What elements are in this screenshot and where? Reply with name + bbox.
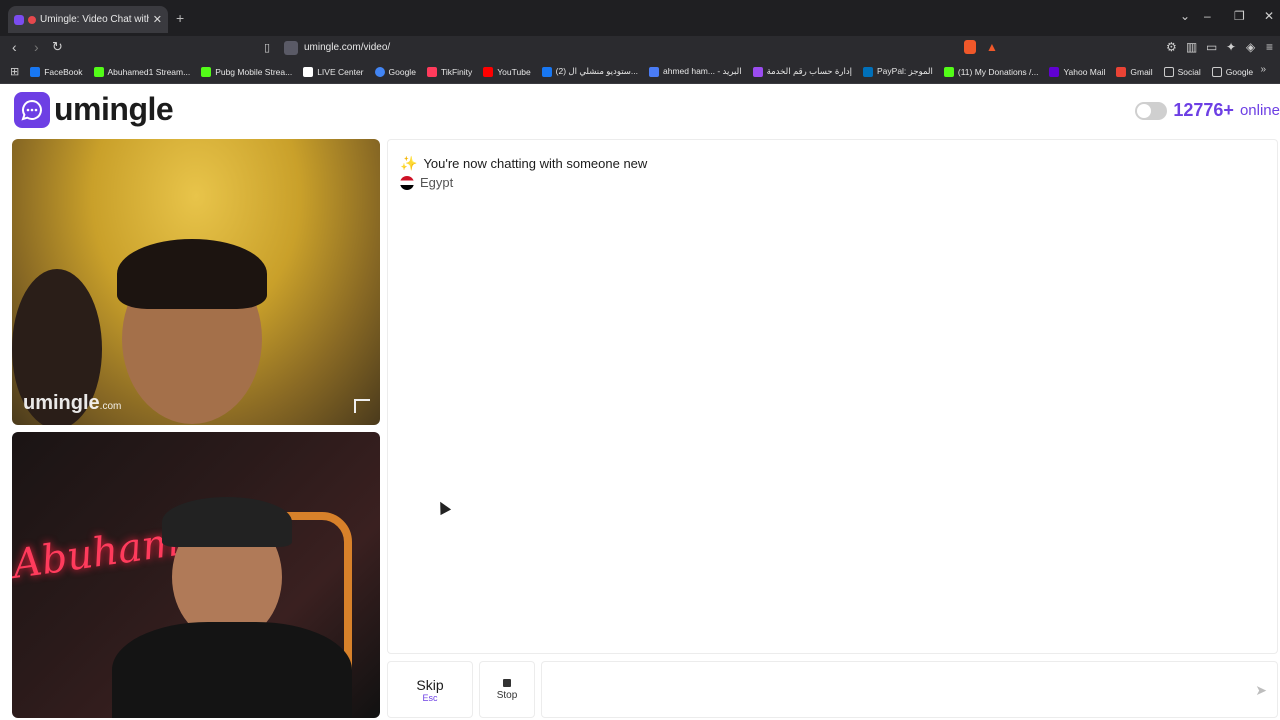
country-info: Egypt [400,175,453,190]
stranger-video: umingle.com [12,139,380,425]
donations-icon [943,66,954,77]
bookmark-folder[interactable]: Social [1163,66,1201,77]
close-tab-icon[interactable]: ✕ [153,13,162,26]
bookmark-item[interactable]: (2) ستوديو منشلي ال... [541,66,638,77]
bookmark-icon[interactable]: ▯ [264,41,270,54]
message-box: ➤ [541,661,1278,718]
address-bar-row: ‹ › ↻ ▯ umingle.com/video/ ▲ ⚙ ▥ ▭ ✦ ◈ ≡ [0,36,1280,60]
bookmark-item[interactable]: Yahoo Mail [1049,66,1105,77]
recording-icon [28,15,36,24]
facebook-icon [541,66,552,77]
reload-icon[interactable]: ↻ [52,39,63,55]
mail-icon [649,66,659,77]
url-field[interactable]: umingle.com/video/ [284,37,1004,58]
url-text: umingle.com/video/ [304,42,391,53]
service-icon [752,66,763,77]
bookmark-item[interactable]: Google [374,66,416,77]
extensions-icon[interactable]: ⚙ [1166,40,1177,54]
stop-icon [503,678,511,687]
umingle-watermark: umingle.com [23,392,122,414]
system-message: ✨ You're now chatting with someone new [400,155,648,171]
bookmark-item[interactable]: YouTube [483,66,531,77]
message-input[interactable] [542,662,1232,717]
bookmark-item[interactable]: LIVE Center [303,66,364,77]
tikfinity-icon [426,66,437,77]
bookmark-item[interactable]: ahmed ham... - البريد [649,66,742,77]
folder-icon [1163,66,1174,77]
sparkle-icon: ✨ [400,155,418,171]
egypt-flag-icon [400,175,414,190]
leo-ai-icon[interactable]: ✦ [1226,40,1236,54]
bookmark-item[interactable]: إدارة حساب رقم الخدمة [752,66,852,77]
umingle-favicon-icon [14,14,24,25]
send-icon[interactable]: ➤ [1255,682,1267,699]
youtube-icon [483,66,494,77]
back-icon[interactable]: ‹ [12,39,17,55]
kick-icon [201,66,212,77]
minimize-icon[interactable]: – [1204,9,1211,23]
vpn-icon[interactable]: ◈ [1246,40,1255,54]
chat-log: ✨ You're now chatting with someone new E… [387,139,1278,654]
bookmark-folder[interactable]: Google [1211,66,1253,77]
restore-icon[interactable]: ❐ [1234,9,1245,23]
logo-text: umingle [54,91,174,127]
stranger-hair [117,239,267,309]
paypal-icon [863,66,873,77]
brave-rewards-icon[interactable]: ▲ [986,40,998,54]
google-icon [374,66,385,77]
umingle-logo[interactable]: umingle [14,91,174,128]
kick-icon [93,66,104,77]
more-bookmarks-icon[interactable]: » [1260,64,1266,75]
self-video: Abuhamed [12,432,380,718]
tab-title: Umingle: Video Chat with Stra [40,14,149,25]
skip-button[interactable]: Skip Esc [387,661,473,718]
bookmark-item[interactable]: Pubg Mobile Strea... [201,66,292,77]
cap [162,497,292,547]
tab-search-icon[interactable]: ⌄ [1180,9,1190,23]
bookmark-item[interactable]: TikFinity [426,66,472,77]
close-window-icon[interactable]: ✕ [1264,9,1274,23]
new-tab-icon[interactable]: + [176,10,184,26]
wallet-icon[interactable]: ▭ [1206,40,1217,54]
browser-tab-bar: Umingle: Video Chat with Stra ✕ + ⌄ – ❐ … [0,0,1280,36]
bookmark-item[interactable]: (11) My Donations /... [943,66,1038,77]
self-body [112,622,352,718]
tiktok-icon [303,66,314,77]
online-count: 12776+ [1173,100,1234,120]
bookmark-item[interactable]: Abuhamed1 Stream... [93,66,190,77]
brave-shields-icon[interactable] [964,40,976,54]
browser-tab[interactable]: Umingle: Video Chat with Stra ✕ [8,6,168,33]
folder-icon [1211,66,1222,77]
chat-bubble-logo-icon [14,91,50,128]
bookmarks-bar: ⊞ FaceBook Abuhamed1 Stream... Pubg Mobi… [0,60,1280,84]
menu-icon[interactable]: ≡ [1266,40,1273,54]
forward-icon[interactable]: › [34,39,39,55]
stop-button[interactable]: Stop [479,661,535,718]
bookmark-item[interactable]: PayPal: الموجز [863,66,933,77]
online-label: online [1239,102,1280,119]
yahoo-icon [1049,66,1060,77]
theme-toggle[interactable] [1135,101,1168,120]
report-flag-icon[interactable] [354,399,370,413]
facebook-icon [30,66,41,77]
bookmark-item[interactable]: FaceBook [30,66,83,77]
apps-icon[interactable]: ⊞ [10,65,19,78]
online-counter: 12776+ online [1135,100,1280,121]
gmail-icon [1116,66,1127,77]
site-info-icon[interactable] [284,40,298,55]
sidebar-icon[interactable]: ▥ [1186,40,1197,54]
bookmark-item[interactable]: Gmail [1116,66,1153,77]
